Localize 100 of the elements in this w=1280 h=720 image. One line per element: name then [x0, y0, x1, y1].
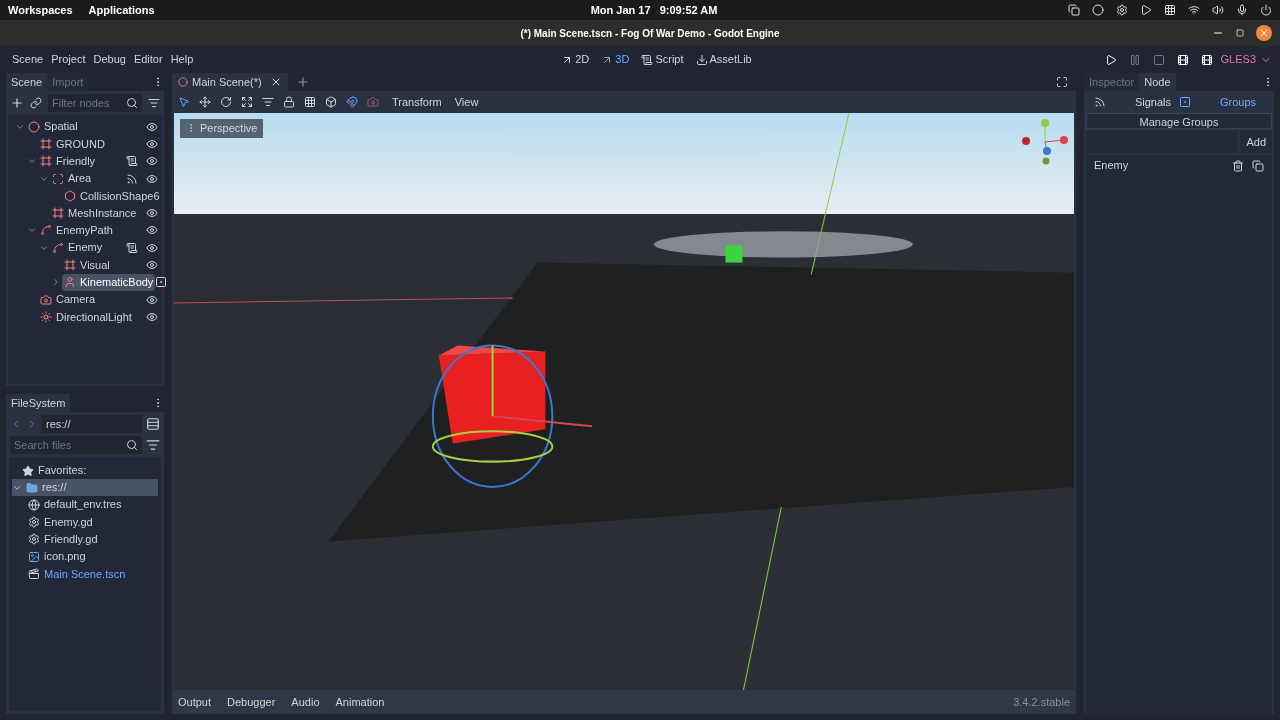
split-view-icon[interactable] — [146, 417, 160, 431]
file-item[interactable]: Friendly.gd — [12, 530, 158, 548]
close-button[interactable] — [1256, 25, 1272, 41]
workspace-tab[interactable]: 2D — [561, 51, 590, 68]
file-item[interactable]: Enemy.gd — [12, 513, 158, 531]
bottom-panel-tab[interactable]: Output — [178, 693, 212, 711]
dock-tab[interactable]: FileSystem — [6, 394, 71, 412]
signal-icon[interactable] — [126, 172, 138, 185]
tree-item[interactable]: CollisionShape6 — [62, 187, 162, 205]
menu-item[interactable]: Project — [47, 51, 90, 68]
maximize-icon[interactable] — [1236, 29, 1244, 37]
link-icon[interactable] — [30, 97, 42, 109]
tree-item[interactable]: Enemy — [50, 239, 105, 256]
file-item[interactable]: Main Scene.tscn — [12, 565, 158, 583]
script-icon — [641, 53, 654, 66]
tree-item[interactable]: KinematicBody — [62, 274, 156, 291]
add-icon[interactable] — [10, 96, 24, 110]
tree-item[interactable]: Friendly — [38, 153, 98, 170]
film-icon[interactable] — [1200, 53, 1213, 66]
manage-groups-button[interactable]: Manage Groups — [1086, 113, 1272, 129]
trash-icon[interactable] — [1232, 159, 1244, 172]
mode-tab[interactable]: Signals — [1094, 93, 1179, 111]
script-icon[interactable] — [126, 241, 138, 254]
snap-icon[interactable] — [346, 96, 358, 108]
move-tool-icon[interactable] — [199, 96, 211, 108]
network-icon[interactable] — [1188, 4, 1200, 16]
file-item[interactable]: default_env.tres — [12, 496, 158, 514]
tree-item[interactable]: Camera — [38, 291, 98, 308]
system-menu[interactable]: Applications — [88, 1, 155, 19]
stop-icon[interactable] — [1152, 53, 1165, 66]
tree-item[interactable]: res:// — [12, 479, 158, 496]
grid-icon[interactable] — [1164, 4, 1176, 16]
pause-icon[interactable] — [1128, 53, 1141, 66]
tree-item[interactable]: Spatial — [26, 118, 80, 135]
favorites-label[interactable]: Favorites: — [38, 462, 87, 479]
renderer-dropdown[interactable]: GLES3 — [1220, 51, 1272, 68]
tree-item[interactable]: Visual — [62, 256, 112, 274]
menu-item[interactable]: Editor — [129, 51, 167, 68]
sort-icon[interactable] — [146, 438, 160, 452]
toolbar-menu[interactable]: View — [454, 93, 479, 111]
visibility-eye-icon[interactable] — [146, 310, 158, 323]
play-icon[interactable] — [1140, 4, 1152, 16]
axis-gizmo-icon[interactable] — [1022, 119, 1068, 165]
select-tool-icon[interactable] — [178, 96, 190, 108]
workspace-tab[interactable]: Script — [641, 51, 684, 68]
perspective-menu[interactable]: Perspective — [180, 119, 264, 138]
system-menu[interactable]: Workspaces — [8, 1, 73, 19]
script-icon[interactable] — [126, 155, 138, 168]
add-button[interactable]: Add — [1240, 131, 1272, 153]
rotate-tool-icon[interactable] — [220, 96, 232, 108]
tree-item[interactable]: EnemyPath — [38, 222, 115, 239]
bottom-panel-tab[interactable]: Audio — [291, 693, 320, 711]
visibility-eye-icon[interactable] — [146, 293, 158, 306]
tree-item[interactable]: GROUND — [38, 135, 107, 153]
menu-item[interactable]: Scene — [8, 51, 48, 68]
toolbar-menu[interactable]: Transform — [392, 93, 442, 111]
microphone-icon[interactable] — [1236, 4, 1248, 16]
power-icon[interactable] — [1260, 4, 1272, 16]
filter-field[interactable]: Filter nodes — [48, 94, 126, 112]
tree-item[interactable]: MeshInstance — [50, 204, 139, 222]
play-icon[interactable] — [1104, 53, 1117, 66]
path-field[interactable]: res:// — [42, 415, 142, 433]
search-icon[interactable] — [126, 97, 138, 109]
film-icon[interactable] — [1176, 53, 1189, 66]
lock-icon[interactable] — [283, 96, 295, 108]
visibility-eye-icon[interactable] — [146, 241, 158, 254]
workspace-tab[interactable]: 3D — [601, 51, 630, 68]
gear-icon[interactable] — [1116, 4, 1128, 16]
search-field[interactable]: Search files — [10, 436, 126, 454]
scene-tab[interactable]: Main Scene(*) — [172, 73, 288, 91]
mode-tab[interactable]: Groups — [1179, 93, 1264, 111]
visibility-eye-icon[interactable] — [146, 137, 158, 150]
visibility-eye-icon[interactable] — [146, 120, 158, 133]
visibility-eye-icon[interactable] — [146, 207, 158, 220]
cube-icon[interactable] — [325, 96, 337, 108]
mesh-icon — [40, 155, 52, 168]
dock-tab[interactable]: Node — [1139, 73, 1176, 91]
tree-item[interactable]: DirectionalLight — [38, 308, 134, 326]
windows-icon[interactable] — [1068, 4, 1080, 16]
menu-item[interactable]: Help — [166, 51, 198, 68]
workspace-tab[interactable]: AssetLib — [695, 51, 752, 68]
scale-tool-icon[interactable] — [241, 96, 253, 108]
visibility-eye-icon[interactable] — [146, 224, 158, 237]
tree-item[interactable]: Area — [50, 170, 94, 187]
visibility-eye-icon[interactable] — [146, 155, 158, 168]
file-item[interactable]: icon.png — [12, 547, 158, 566]
search-icon[interactable] — [126, 439, 138, 451]
volume-icon[interactable] — [1212, 4, 1224, 16]
visibility-eye-icon[interactable] — [146, 172, 158, 185]
add-tab-icon[interactable] — [295, 75, 310, 89]
record-icon[interactable] — [1092, 4, 1104, 16]
fullscreen-icon[interactable] — [1056, 76, 1068, 88]
group-item[interactable]: Enemy — [1094, 157, 1232, 174]
bottom-panel-tab[interactable]: Debugger — [227, 693, 276, 711]
dock-tab[interactable]: Scene — [6, 73, 48, 91]
bottom-panel-tab[interactable]: Animation — [335, 693, 385, 711]
list-icon[interactable] — [262, 96, 274, 108]
visibility-eye-icon[interactable] — [146, 259, 158, 271]
menu-item[interactable]: Debug — [89, 51, 130, 68]
copy-icon[interactable] — [1252, 159, 1264, 172]
